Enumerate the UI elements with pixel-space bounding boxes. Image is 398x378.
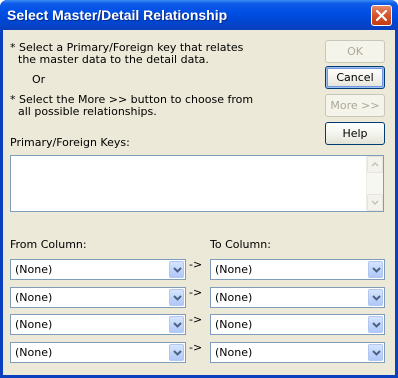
to-column-select-3[interactable]: (None)	[210, 314, 385, 335]
more-button[interactable]: More >>	[325, 94, 385, 117]
dropdown-button[interactable]	[368, 289, 383, 306]
from-column-select-1[interactable]: (None)	[10, 259, 186, 280]
to-column-select-4[interactable]: (None)	[210, 342, 385, 363]
keys-listbox[interactable]	[10, 155, 384, 212]
dialog-client-area: * Select a Primary/Foreign key that rela…	[3, 30, 395, 375]
scroll-down-button[interactable]	[367, 194, 383, 211]
chevron-down-icon	[372, 267, 381, 273]
instruction-line-2: the master data to the detail data.	[18, 53, 209, 66]
to-column-select-2[interactable]: (None)	[210, 287, 385, 308]
chevron-down-icon	[372, 295, 381, 301]
arrow-label: ->	[189, 313, 203, 326]
arrow-label: ->	[189, 286, 203, 299]
chevron-down-icon	[173, 350, 182, 356]
arrow-label: ->	[189, 258, 203, 271]
close-button[interactable]	[371, 5, 392, 26]
from-column-select-3[interactable]: (None)	[10, 314, 186, 335]
scroll-down-icon	[371, 200, 379, 206]
from-column-value: (None)	[15, 346, 53, 359]
dropdown-button[interactable]	[169, 289, 184, 306]
close-icon	[376, 10, 387, 21]
help-button[interactable]: Help	[325, 122, 385, 145]
chevron-down-icon	[173, 295, 182, 301]
to-column-value: (None)	[215, 318, 253, 331]
dialog-window: Select Master/Detail Relationship * Sele…	[0, 0, 398, 378]
keys-label: Primary/Foreign Keys:	[10, 136, 130, 149]
instruction-line-4: all possible relationships.	[18, 105, 157, 118]
chevron-down-icon	[173, 267, 182, 273]
dropdown-button[interactable]	[368, 316, 383, 333]
dropdown-button[interactable]	[169, 261, 184, 278]
dropdown-button[interactable]	[368, 261, 383, 278]
scroll-up-icon	[371, 161, 379, 167]
instruction-or: Or	[32, 73, 46, 86]
window-title: Select Master/Detail Relationship	[7, 7, 228, 23]
to-column-value: (None)	[215, 291, 253, 304]
dropdown-button[interactable]	[169, 344, 184, 361]
title-bar[interactable]: Select Master/Detail Relationship	[0, 0, 398, 30]
keys-scrollbar[interactable]	[366, 156, 383, 211]
to-column-value: (None)	[215, 263, 253, 276]
to-column-label: To Column:	[210, 238, 271, 251]
from-column-select-4[interactable]: (None)	[10, 342, 186, 363]
chevron-down-icon	[173, 322, 182, 328]
from-column-value: (None)	[15, 263, 53, 276]
arrow-label: ->	[189, 341, 203, 354]
to-column-select-1[interactable]: (None)	[210, 259, 385, 280]
cancel-button[interactable]: Cancel	[325, 66, 385, 89]
dropdown-button[interactable]	[169, 316, 184, 333]
dropdown-button[interactable]	[368, 344, 383, 361]
chevron-down-icon	[372, 350, 381, 356]
from-column-value: (None)	[15, 291, 53, 304]
from-column-select-2[interactable]: (None)	[10, 287, 186, 308]
from-column-value: (None)	[15, 318, 53, 331]
to-column-value: (None)	[215, 346, 253, 359]
scroll-up-button[interactable]	[367, 156, 383, 173]
chevron-down-icon	[372, 322, 381, 328]
ok-button[interactable]: OK	[325, 40, 385, 63]
from-column-label: From Column:	[10, 238, 87, 251]
